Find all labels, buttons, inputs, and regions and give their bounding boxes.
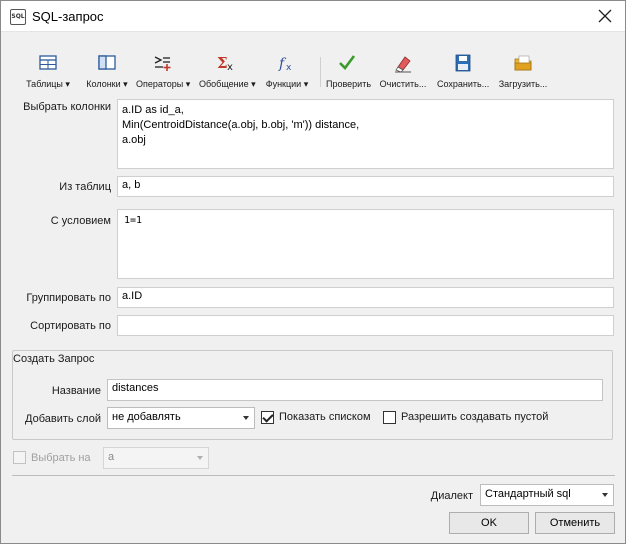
- dialect-label: Диалект: [430, 490, 473, 502]
- ok-button[interactable]: OK: [449, 512, 529, 534]
- close-icon: [598, 9, 612, 23]
- chevron-down-icon: ▾: [185, 79, 191, 89]
- cancel-button[interactable]: Отменить: [535, 512, 615, 534]
- operators-icon: [154, 56, 171, 71]
- functions-label: Функции: [265, 79, 302, 89]
- clear-label: Очистить...: [379, 79, 427, 89]
- eraser-icon: [395, 56, 411, 73]
- chevron-down-icon: [602, 493, 608, 497]
- query-name-field[interactable]: distances: [107, 379, 603, 401]
- select-columns-label: Выбрать колонки: [23, 101, 111, 113]
- allow-empty-checkbox[interactable]: [383, 411, 396, 424]
- dialect-select[interactable]: Стандартный sql: [480, 484, 614, 506]
- select-line-1: a.ID as id_a,: [122, 104, 184, 116]
- tables-label: Таблицы: [26, 79, 63, 89]
- query-name-label: Название: [51, 385, 101, 397]
- operators-menu-button[interactable]: Операторы ▾: [136, 53, 191, 93]
- separator-line: [12, 475, 615, 476]
- clear-button[interactable]: Очистить...: [379, 53, 427, 93]
- aggregate-menu-button[interactable]: Σ x Обобщение ▾: [199, 53, 256, 93]
- save-label: Сохранить...: [437, 79, 490, 89]
- columns-menu-button[interactable]: Колонки ▾: [83, 53, 131, 93]
- from-tables-field[interactable]: a, b: [117, 176, 614, 197]
- select-on-select[interactable]: a: [103, 447, 209, 469]
- checkmark-icon: [339, 55, 356, 70]
- toolbar-separator: [320, 57, 321, 87]
- toolbar: Таблицы ▾ Колонки ▾ Операторы ▾ Σ x Обоб…: [9, 53, 619, 93]
- select-columns-field[interactable]: a.ID as id_a, Min(CentroidDistance(a.obj…: [117, 99, 614, 169]
- group-by-label: Группировать по: [26, 292, 111, 304]
- order-by-field[interactable]: [117, 315, 614, 336]
- chevron-down-icon: ▾: [303, 79, 309, 89]
- operators-label: Операторы: [136, 79, 184, 89]
- check-label: Проверить: [326, 79, 372, 89]
- select-on-checkbox[interactable]: [13, 451, 26, 464]
- add-layer-label: Добавить слой: [25, 413, 101, 425]
- window-title: SQL-запрос: [32, 9, 104, 24]
- functions-menu-button[interactable]: f x Функции ▾: [264, 53, 310, 93]
- show-as-list-checkbox[interactable]: [261, 411, 274, 424]
- add-layer-value: не добавлять: [112, 411, 181, 423]
- from-tables-label: Из таблиц: [59, 181, 111, 193]
- function-icon: f x: [278, 56, 292, 73]
- sigma-icon: Σ x: [217, 54, 233, 73]
- chevron-down-icon: ▾: [65, 79, 70, 89]
- select-on-value: a: [108, 451, 115, 463]
- chevron-down-icon: ▾: [123, 79, 128, 89]
- tables-menu-button[interactable]: Таблицы ▾: [23, 53, 73, 93]
- group-by-field[interactable]: a.ID: [117, 287, 614, 308]
- chevron-down-icon: [243, 416, 249, 420]
- sql-query-dialog: SQL SQL-запрос Таблицы ▾ Колонки ▾ Опера…: [0, 0, 626, 544]
- dialect-value: Стандартный sql: [485, 488, 571, 500]
- chevron-down-icon: [197, 456, 203, 460]
- load-label: Загрузить...: [498, 79, 548, 89]
- close-button[interactable]: [585, 1, 625, 31]
- chevron-down-icon: ▾: [251, 79, 256, 89]
- select-on-label: Выбрать на: [31, 452, 91, 464]
- load-button[interactable]: Загрузить...: [498, 53, 548, 93]
- svg-text:x: x: [227, 62, 233, 73]
- select-line-3: a.obj: [122, 134, 146, 146]
- select-line-2: Min(CentroidDistance(a.obj, b.obj, 'm'))…: [122, 119, 360, 131]
- check-button[interactable]: Проверить: [326, 53, 372, 93]
- where-label: С условием: [50, 215, 111, 227]
- table-icon: [39, 55, 57, 70]
- title-bar: SQL SQL-запрос: [1, 1, 625, 32]
- order-by-label: Сортировать по: [30, 320, 111, 332]
- allow-empty-label: Разрешить создавать пустой: [401, 411, 549, 423]
- svg-text:x: x: [286, 63, 292, 73]
- load-folder-icon: [514, 55, 532, 71]
- columns-icon: [98, 55, 116, 70]
- columns-label: Колонки: [86, 79, 121, 89]
- add-layer-select[interactable]: не добавлять: [107, 407, 255, 429]
- where-field[interactable]: 1=1: [117, 209, 614, 279]
- save-button[interactable]: Сохранить...: [437, 53, 489, 93]
- aggregate-label: Обобщение: [199, 79, 249, 89]
- save-disk-icon: [455, 54, 471, 72]
- sql-file-icon: SQL: [10, 9, 26, 25]
- create-query-title: Создать Запрос: [13, 353, 95, 365]
- show-as-list-label: Показать списком: [279, 411, 371, 423]
